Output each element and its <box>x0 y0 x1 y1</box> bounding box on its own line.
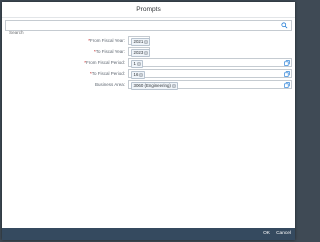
to-fiscal-period-input[interactable]: 16 <box>128 69 292 79</box>
prompt-label: Business Area: <box>94 82 125 87</box>
prompt-label-text: To Fiscal Year: <box>95 49 125 54</box>
token-text: 3060 (Engineering) <box>133 83 171 88</box>
prompts-dialog: Prompts *From Fiscal Year: 2021 <box>2 2 295 240</box>
prompt-row-to-fiscal-period: *To Fiscal Period: 16 <box>2 69 295 79</box>
token-text: 16 <box>133 72 139 77</box>
prompt-label-text: From Fiscal Year: <box>89 38 125 43</box>
value-token: 16 <box>131 71 146 79</box>
from-fiscal-year-input[interactable]: 2021 <box>128 36 151 46</box>
value-token: 2021 <box>131 38 151 46</box>
dialog-header: Prompts <box>2 2 295 18</box>
search-icon[interactable] <box>281 22 288 29</box>
to-fiscal-year-input[interactable]: 2023 <box>128 47 151 57</box>
prompt-row-business-area: Business Area: 3060 (Engineering) <box>2 80 295 90</box>
from-fiscal-period-input[interactable]: 1 <box>128 58 292 68</box>
value-help-icon[interactable] <box>284 71 290 77</box>
value-token: 2023 <box>131 49 151 57</box>
dialog-title: Prompts <box>136 6 161 13</box>
dialog-footer: OK Cancel <box>2 228 295 240</box>
close-icon[interactable] <box>144 40 149 44</box>
cancel-button[interactable]: Cancel <box>276 231 291 236</box>
search-field[interactable] <box>5 20 292 37</box>
close-icon[interactable] <box>136 62 141 66</box>
close-icon[interactable] <box>139 73 144 77</box>
prompt-label-text: To Fiscal Period: <box>91 71 125 76</box>
prompt-label-text: From Fiscal Period: <box>85 60 125 65</box>
prompt-row-from-fiscal-period: *From Fiscal Period: 1 <box>2 58 295 68</box>
token-text: 2021 <box>133 39 144 44</box>
value-token: 3060 (Engineering) <box>131 82 178 90</box>
prompt-label: *To Fiscal Period: <box>90 71 125 76</box>
value-help-icon[interactable] <box>284 82 290 88</box>
business-area-input[interactable]: 3060 (Engineering) <box>128 80 292 90</box>
prompt-row-from-fiscal-year: *From Fiscal Year: 2021 <box>2 36 295 46</box>
close-icon[interactable] <box>171 84 176 88</box>
value-token: 1 <box>131 60 143 68</box>
prompt-label: *From Fiscal Year: <box>88 38 125 43</box>
close-icon[interactable] <box>144 51 149 55</box>
prompt-row-to-fiscal-year: *To Fiscal Year: 2023 <box>2 47 295 57</box>
prompt-label: *From Fiscal Period: <box>84 60 125 65</box>
token-text: 1 <box>133 61 136 66</box>
token-text: 2023 <box>133 50 144 55</box>
ok-button[interactable]: OK <box>263 231 270 236</box>
value-help-icon[interactable] <box>284 60 290 66</box>
prompt-label: *To Fiscal Year: <box>94 49 125 54</box>
